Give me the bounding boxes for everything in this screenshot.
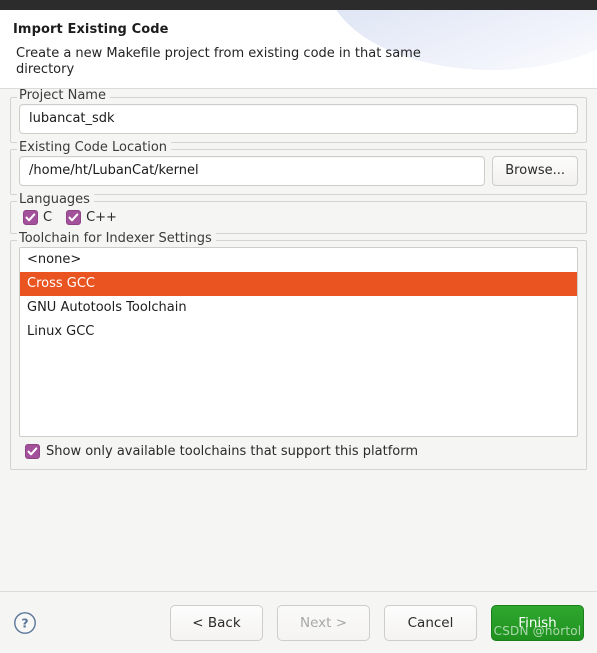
checkbox-checked-icon[interactable] [66, 209, 82, 225]
project-name-group-label: Project Name [17, 88, 110, 103]
list-item[interactable]: GNU Autotools Toolchain [20, 296, 577, 320]
languages-group: Languages C C++ [10, 192, 587, 234]
toolchain-group: Toolchain for Indexer Settings <none> Cr… [10, 231, 587, 470]
svg-text:?: ? [21, 615, 28, 630]
language-checkbox-cpp[interactable]: C++ [66, 209, 117, 225]
list-item[interactable]: Cross GCC [20, 271, 577, 296]
checkbox-checked-icon[interactable] [23, 209, 38, 225]
existing-code-location-input[interactable] [19, 155, 486, 186]
toolchain-listbox[interactable]: <none> Cross GCC GNU Autotools Toolchain… [19, 246, 578, 437]
language-label-cpp: C++ [86, 209, 117, 225]
existing-code-location-group: Existing Code Location Browse... [10, 140, 587, 195]
browse-button[interactable]: Browse... [492, 155, 578, 186]
window-titlebar-strip [0, 0, 597, 10]
list-item[interactable]: <none> [20, 248, 577, 272]
show-available-toolchains-label: Show only available toolchains that supp… [46, 443, 419, 459]
project-name-input[interactable] [19, 103, 578, 134]
help-circle-icon[interactable]: ? [13, 611, 37, 635]
checkbox-checked-icon[interactable] [25, 443, 40, 459]
language-checkbox-c[interactable]: C [23, 209, 53, 225]
toolchain-group-label: Toolchain for Indexer Settings [17, 231, 216, 246]
page-title: Import Existing Code [13, 22, 169, 37]
existing-code-location-group-label: Existing Code Location [17, 140, 172, 155]
languages-group-label: Languages [17, 192, 94, 207]
project-name-group: Project Name [10, 88, 587, 143]
list-item[interactable]: Linux GCC [20, 320, 577, 344]
next-button[interactable]: Next > [277, 604, 370, 641]
back-button[interactable]: < Back [170, 604, 263, 641]
import-existing-code-dialog: Import Existing Code Create a new Makefi… [0, 0, 597, 653]
wizard-body: Project Name Existing Code Location Brow… [0, 88, 597, 591]
wizard-header: Import Existing Code Create a new Makefi… [0, 10, 597, 89]
finish-button[interactable]: Finish CSDN @hortol [491, 604, 584, 641]
existing-code-location-row: Browse... [19, 155, 578, 186]
show-available-toolchains-row[interactable]: Show only available toolchains that supp… [19, 437, 578, 461]
languages-checkbox-row: C C++ [19, 209, 578, 225]
dialog-button-bar: ? < Back Next > Cancel Finish CSDN @hort… [0, 591, 597, 653]
cancel-button[interactable]: Cancel [384, 604, 477, 641]
wizard-navigation-buttons: < Back Next > Cancel Finish CSDN @hortol [170, 604, 584, 641]
language-label-c: C [43, 209, 53, 225]
page-description: Create a new Makefile project from exist… [16, 46, 421, 77]
finish-button-label: Finish [518, 614, 557, 631]
